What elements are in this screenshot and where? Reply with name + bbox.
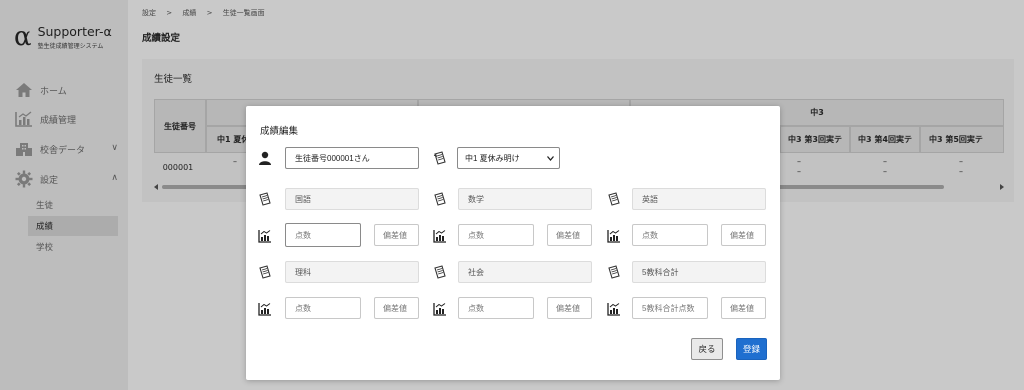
sidebar-item-home[interactable]: ホーム: [14, 80, 122, 100]
subject-icon: [606, 264, 622, 280]
score-chart-icon: [257, 301, 273, 317]
score-chart-icon: [432, 301, 448, 317]
breadcrumb-item: 生徒一覧画面: [222, 9, 265, 17]
breadcrumb-item[interactable]: 設定: [142, 9, 156, 17]
subject-field-five-total: 5教科合計: [632, 261, 766, 283]
subject-icon: [432, 264, 448, 280]
deviation-input-social[interactable]: 偏差値: [547, 297, 592, 319]
sidebar-item-label: ホーム: [40, 86, 67, 97]
column-header: 中3 第4回実テ: [850, 126, 920, 153]
sidebar-item-grades[interactable]: 成績管理: [14, 109, 122, 129]
sidebar-subitem-students[interactable]: 生徒: [28, 195, 118, 215]
breadcrumb-separator: >: [206, 9, 213, 17]
cell-value: –: [883, 166, 887, 176]
subject-field-social: 社会: [458, 261, 592, 283]
app-title: Supporter-α: [37, 23, 112, 39]
cell-value: –: [959, 166, 963, 176]
subject-field-english: 英語: [632, 188, 766, 210]
deviation-input-japanese[interactable]: 偏差値: [374, 224, 419, 246]
home-icon: [14, 81, 34, 99]
sidebar-item-label: 設定: [40, 175, 59, 186]
sidebar-subitem-grades[interactable]: 成績: [28, 216, 118, 236]
grade-edit-dialog: 成績編集 生徒番号000001さん 中1 夏休み明け 国語 数学 英語 点数 偏…: [246, 106, 780, 380]
score-chart-icon: [432, 228, 448, 244]
cell-value: –: [797, 166, 801, 176]
app-subtitle: 塾生徒成績管理システム: [37, 42, 104, 50]
score-chart-icon: [606, 301, 622, 317]
column-header-student-number: 生徒番号: [154, 99, 206, 153]
register-button[interactable]: 登録: [736, 338, 767, 360]
deviation-input-science[interactable]: 偏差値: [374, 297, 419, 319]
cell-value: –: [233, 156, 237, 166]
sidebar-item-label: 成績管理: [40, 115, 77, 126]
column-header: 中3 第5回実テ: [920, 126, 1004, 153]
chart-icon: [14, 110, 34, 128]
exam-select-value: 中1 夏休み明け: [465, 153, 520, 163]
subject-icon: [257, 191, 273, 207]
page-title: 成績設定: [142, 33, 181, 44]
sidebar-item-settings[interactable]: 設定 ∧: [14, 169, 122, 189]
score-input-social[interactable]: 点数: [458, 297, 534, 319]
app-logo[interactable]: α Supporter-α 塾生徒成績管理システム: [14, 24, 112, 50]
logo-symbol: α: [14, 22, 32, 52]
dialog-title: 成績編集: [260, 126, 299, 137]
sidebar-subitem-schools[interactable]: 学校: [28, 237, 118, 257]
back-button[interactable]: 戻る: [691, 338, 723, 360]
scroll-left-icon[interactable]: [154, 184, 159, 190]
student-name-field[interactable]: 生徒番号000001さん: [285, 147, 419, 169]
chevron-down-icon: [547, 156, 554, 161]
cell-student-number[interactable]: 000001: [154, 157, 202, 177]
chevron-up-icon: ∧: [111, 173, 118, 183]
subject-icon: [606, 191, 622, 207]
breadcrumb-separator: >: [166, 9, 173, 17]
subject-field-science: 理科: [285, 261, 419, 283]
gear-icon: [14, 170, 34, 188]
score-chart-icon: [606, 228, 622, 244]
subject-field-math: 数学: [458, 188, 592, 210]
scroll-right-icon[interactable]: [999, 184, 1004, 190]
score-input-english[interactable]: 点数: [632, 224, 708, 246]
person-icon: [257, 150, 273, 166]
score-input-japanese[interactable]: 点数: [285, 223, 361, 247]
sidebar: α Supporter-α 塾生徒成績管理システム ホーム 成績管理 校舎データ…: [0, 0, 128, 390]
column-header: 中3 第3回実テ: [780, 126, 850, 153]
subject-icon: [432, 191, 448, 207]
card-title: 生徒一覧: [154, 74, 193, 85]
subject-icon: [257, 264, 273, 280]
sidebar-item-label: 校舎データ: [40, 145, 86, 156]
score-input-math[interactable]: 点数: [458, 224, 534, 246]
chevron-down-icon: ∨: [111, 143, 118, 153]
exam-icon: [432, 150, 448, 166]
subject-field-japanese: 国語: [285, 188, 419, 210]
score-input-five-total[interactable]: 5教科合計点数: [632, 297, 708, 319]
building-icon: [14, 140, 34, 158]
deviation-input-math[interactable]: 偏差値: [547, 224, 592, 246]
sidebar-item-school-data[interactable]: 校舎データ ∨: [14, 139, 122, 159]
breadcrumb-item[interactable]: 成績: [182, 9, 196, 17]
breadcrumb: 設定 > 成績 > 生徒一覧画面: [142, 8, 273, 18]
deviation-input-english[interactable]: 偏差値: [721, 224, 766, 246]
deviation-input-five-total[interactable]: 偏差値: [721, 297, 766, 319]
score-chart-icon: [257, 228, 273, 244]
score-input-science[interactable]: 点数: [285, 297, 361, 319]
exam-select[interactable]: 中1 夏休み明け: [457, 147, 560, 169]
